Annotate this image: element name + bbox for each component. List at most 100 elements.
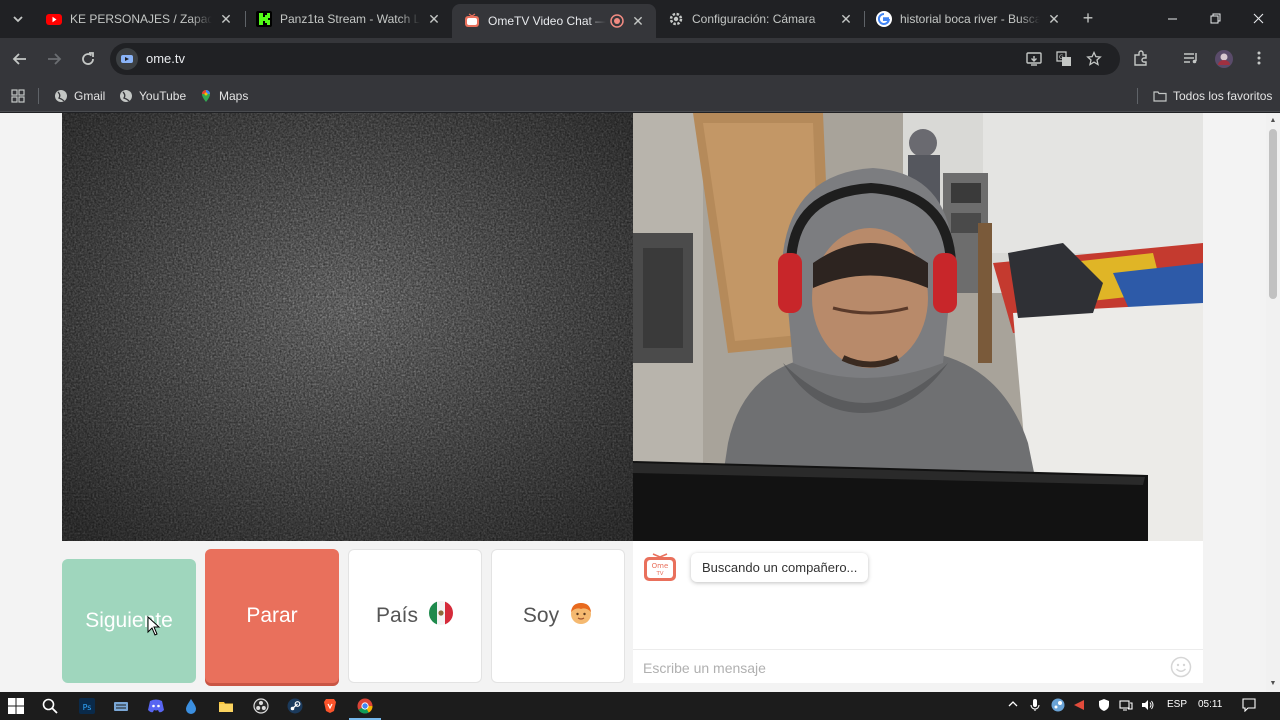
more-options-icon[interactable] [1249, 49, 1269, 69]
volume-icon[interactable] [1140, 698, 1156, 714]
close-icon [1253, 13, 1263, 23]
bookmark-label: Todos los favoritos [1173, 89, 1273, 103]
tab-google-search[interactable]: historial boca river - Buscar ✕ [864, 0, 1072, 38]
close-icon[interactable]: ✕ [630, 13, 646, 29]
back-button[interactable] [8, 47, 32, 71]
tab-ometv[interactable]: OmeTV Video Chat — O ✕ [452, 4, 656, 38]
bookmark-gmail[interactable]: Gmail [54, 87, 105, 105]
country-button[interactable]: País [348, 549, 482, 683]
globe-icon [119, 89, 133, 103]
clock-time[interactable]: 05:11 [1198, 699, 1222, 710]
apps-grid-icon[interactable] [11, 87, 25, 105]
maps-icon [199, 89, 213, 103]
media-queue-icon[interactable] [1181, 49, 1201, 69]
minimize-icon [1167, 18, 1177, 19]
obs-icon[interactable] [251, 696, 271, 716]
file-explorer-icon[interactable] [216, 696, 236, 716]
webcam-person-image [633, 113, 1203, 541]
tab-title: Configuración: Cámara [692, 12, 816, 26]
bookmark-label: YouTube [139, 89, 187, 103]
install-app-icon[interactable] [1025, 51, 1043, 69]
bookmark-separator [1137, 88, 1138, 104]
profile-avatar[interactable] [1214, 49, 1234, 69]
tab-title: historial boca river - Buscar [900, 12, 1040, 26]
url-text: ome.tv [146, 51, 186, 66]
tab-settings-camera[interactable]: Configuración: Cámara ✕ [656, 0, 864, 38]
photoshop-icon[interactable]: Ps [77, 696, 97, 716]
close-icon[interactable]: ✕ [426, 11, 442, 27]
chevron-down-icon [13, 16, 23, 23]
discord-icon[interactable] [146, 696, 166, 716]
tab-kick[interactable]: Panz1ta Stream - Watch Live ✕ [244, 0, 452, 38]
app-tray-icon[interactable] [1071, 698, 1087, 714]
folder-icon [1153, 89, 1167, 103]
stop-button[interactable]: Parar [205, 549, 339, 683]
chevron-up-icon[interactable] [1005, 698, 1021, 714]
svg-text:Ps: Ps [83, 703, 92, 712]
gender-button[interactable]: Soy [491, 549, 625, 683]
address-bar[interactable]: ome.tv G [110, 43, 1120, 75]
scroll-up-icon[interactable]: ▲ [1269, 117, 1277, 125]
mouse-cursor-icon [147, 615, 161, 636]
windows-start-icon[interactable] [6, 696, 26, 716]
video-camera-icon [121, 55, 133, 63]
reload-button[interactable] [76, 47, 100, 71]
mexico-flag-icon [428, 600, 454, 632]
forward-button[interactable] [42, 47, 66, 71]
emoji-picker-icon[interactable] [1170, 656, 1192, 678]
recording-icon [610, 14, 624, 28]
star-icon[interactable] [1085, 50, 1103, 69]
chrome-icon[interactable] [349, 696, 381, 720]
remote-video [62, 113, 633, 541]
close-icon[interactable]: ✕ [218, 11, 234, 27]
static-noise-image [62, 113, 633, 541]
all-bookmarks-button[interactable]: Todos los favoritos [1153, 87, 1272, 105]
bookmark-youtube[interactable]: YouTube [119, 87, 186, 105]
translate-icon[interactable]: G [1055, 51, 1073, 69]
bookmark-maps[interactable]: Maps [199, 87, 248, 105]
close-icon[interactable]: ✕ [1046, 11, 1062, 27]
tab-search-button[interactable] [6, 7, 30, 31]
search-icon[interactable] [40, 696, 60, 716]
notifications-icon[interactable] [1241, 698, 1257, 714]
chat-status-message: Buscando un compañero... [691, 553, 869, 582]
google-icon [876, 11, 892, 27]
extensions-icon[interactable] [1131, 49, 1151, 69]
local-webcam-video [633, 113, 1203, 541]
tab-title: OmeTV Video Chat — O [488, 14, 606, 28]
bookmark-label: Maps [219, 89, 249, 103]
close-window-button[interactable] [1236, 0, 1280, 36]
steam-tray-icon[interactable] [1050, 698, 1066, 714]
new-tab-button[interactable]: + [1078, 8, 1098, 28]
restore-button[interactable] [1193, 0, 1237, 36]
shield-icon[interactable] [1096, 698, 1112, 714]
language-indicator[interactable]: ESP [1167, 699, 1187, 710]
microphone-icon[interactable] [1027, 698, 1043, 714]
site-info-button[interactable] [116, 48, 138, 70]
scroll-down-icon[interactable]: ▼ [1269, 680, 1277, 688]
tab-youtube[interactable]: KE PERSONAJES / Zapada EN ✕ [34, 0, 244, 38]
page-scrollbar[interactable]: ▲ ▼ [1266, 113, 1280, 692]
chat-message-input[interactable] [643, 658, 1143, 678]
close-icon[interactable]: ✕ [838, 11, 854, 27]
arrow-right-icon [48, 53, 62, 65]
keyboard-icon[interactable] [111, 696, 131, 716]
tab-title: Panz1ta Stream - Watch Live [280, 12, 420, 26]
next-button[interactable]: Siguiente [62, 559, 196, 683]
tab-strip: KE PERSONAJES / Zapada EN ✕ Panz1ta Stre… [0, 0, 1280, 38]
brave-icon[interactable] [320, 696, 340, 716]
gender-button-label: Soy [522, 604, 560, 627]
steam-icon[interactable] [285, 696, 305, 716]
scroll-thumb[interactable] [1269, 129, 1277, 299]
chat-panel: Ome TV Buscando un compañero... [633, 541, 1203, 683]
app-droplet-icon[interactable] [181, 696, 201, 716]
svg-text:G: G [1059, 54, 1064, 61]
kick-icon [256, 11, 272, 27]
globe-icon [54, 89, 68, 103]
network-icon[interactable] [1118, 698, 1134, 714]
chat-divider [633, 649, 1203, 650]
browser-toolbar: ome.tv G [0, 38, 1280, 80]
country-button-label: País [375, 604, 419, 627]
minimize-button[interactable] [1150, 0, 1194, 36]
windows-taskbar: Ps ESP 05:11 [0, 692, 1280, 720]
